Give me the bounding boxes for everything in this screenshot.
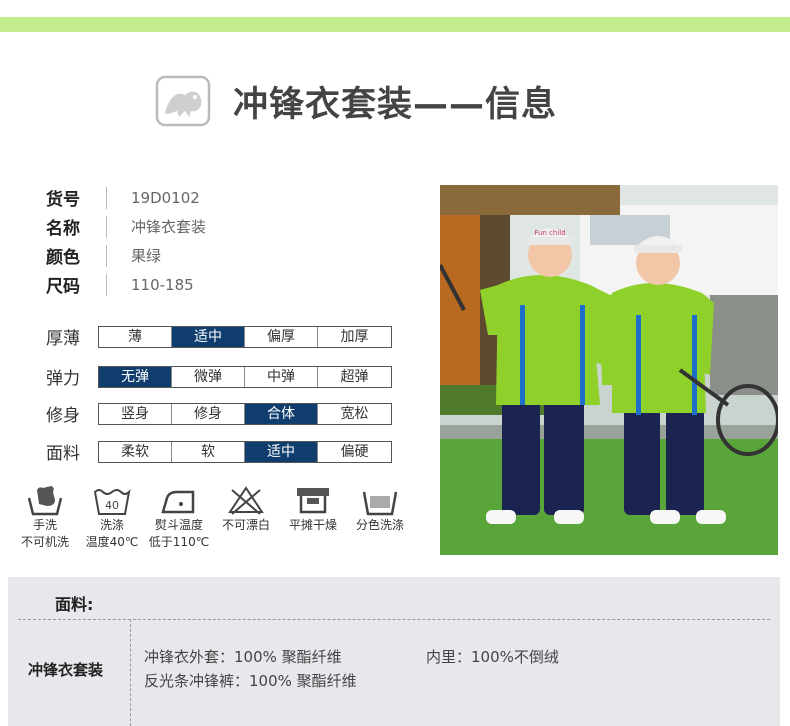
scale-options: 柔软 软 适中 偏硬 bbox=[98, 440, 392, 463]
care-item: 熨斗温度 低于110℃ bbox=[148, 484, 210, 550]
cap-logo-text: Fun child bbox=[534, 229, 565, 237]
care-text: 平摊干燥 bbox=[288, 518, 337, 532]
info-row-color: 颜色 果绿 bbox=[46, 241, 206, 270]
care-item: 不可漂白 bbox=[215, 484, 277, 550]
scale-options: 无弹 微弹 中弹 超弹 bbox=[98, 365, 392, 388]
info-value: 果绿 bbox=[131, 247, 162, 265]
scale-option: 加厚 bbox=[340, 328, 369, 345]
info-value: 冲锋衣套装 bbox=[131, 218, 207, 236]
scale-option: 薄 bbox=[99, 326, 172, 347]
separate-wash-icon bbox=[362, 491, 398, 516]
no-bleach-icon bbox=[228, 486, 264, 515]
fabric-product-name: 冲锋衣套装 bbox=[28, 661, 104, 679]
info-divider bbox=[106, 273, 107, 296]
top-accent-bar bbox=[0, 17, 790, 32]
fabric-pants-composition: 反光条冲锋裤：100% 聚酯纤维 bbox=[144, 672, 357, 690]
info-divider bbox=[106, 186, 107, 209]
scale-label: 面料 bbox=[46, 444, 80, 464]
product-info: 货号 19D0102 名称 冲锋衣套装 颜色 果绿 尺码 110-185 bbox=[46, 183, 206, 299]
info-label: 货号 bbox=[46, 190, 80, 210]
scale-option: 竖身 bbox=[99, 403, 172, 424]
care-text: 温度40℃ bbox=[85, 535, 139, 549]
info-value: 19D0102 bbox=[131, 188, 200, 207]
care-text: 分色洗涤 bbox=[355, 518, 404, 532]
fabric-lining-composition: 内里：100%不倒绒 bbox=[426, 648, 559, 666]
scale-option: 软 bbox=[172, 441, 245, 462]
scale-label: 弹力 bbox=[46, 369, 80, 389]
brand-logo-icon bbox=[155, 75, 211, 127]
scale-option: 合体 bbox=[245, 403, 318, 424]
wash-temperature: 40 bbox=[105, 499, 119, 512]
wash-40-icon: 40 bbox=[93, 489, 131, 515]
info-label: 名称 bbox=[46, 219, 80, 239]
info-row-size: 尺码 110-185 bbox=[46, 270, 206, 299]
scale-option: 适中 bbox=[172, 326, 245, 347]
scale-option: 微弹 bbox=[172, 366, 245, 387]
info-divider bbox=[106, 244, 107, 267]
fabric-jacket-composition: 冲锋衣外套：100% 聚酯纤维 bbox=[144, 648, 342, 666]
fabric-divider bbox=[130, 619, 131, 726]
info-row-sku: 货号 19D0102 bbox=[46, 183, 206, 212]
care-item: 分色洗涤 bbox=[349, 484, 411, 550]
scale-option: 超弹 bbox=[340, 368, 369, 385]
scale-thickness: 厚薄 薄 适中 偏厚 加厚 bbox=[46, 324, 392, 349]
info-label: 尺码 bbox=[46, 277, 80, 297]
info-value: 110-185 bbox=[131, 275, 194, 294]
care-item: 手洗 不可机洗 bbox=[14, 484, 76, 550]
scale-option: 中弹 bbox=[245, 366, 318, 387]
scale-label: 厚薄 bbox=[46, 329, 80, 349]
scale-option: 修身 bbox=[172, 403, 245, 424]
care-text: 不可漂白 bbox=[221, 518, 270, 532]
care-text: 低于110℃ bbox=[148, 535, 210, 549]
scale-option: 偏硬 bbox=[340, 443, 369, 460]
info-divider bbox=[106, 215, 107, 238]
scale-option: 偏厚 bbox=[245, 326, 318, 347]
care-text: 不可机洗 bbox=[20, 535, 69, 549]
scale-options: 薄 适中 偏厚 加厚 bbox=[98, 325, 392, 348]
iron-icon bbox=[161, 490, 195, 514]
fabric-panel: 面料: 冲锋衣套装 冲锋衣外套：100% 聚酯纤维 内里：100%不倒绒 反光条… bbox=[8, 577, 780, 726]
flat-dry-icon bbox=[297, 488, 329, 514]
care-instructions: 手洗 不可机洗 40 洗涤 温度40℃ 熨斗温度 低于110℃ 不可漂白 平摊干… bbox=[14, 484, 416, 550]
scale-option: 柔软 bbox=[99, 441, 172, 462]
page-title: 冲锋衣套装——信息 bbox=[233, 84, 558, 125]
care-text: 熨斗温度 bbox=[154, 518, 203, 532]
section-header: 冲锋衣套装——信息 bbox=[155, 74, 557, 128]
scale-option: 无弹 bbox=[99, 366, 172, 387]
hand-wash-icon bbox=[27, 486, 63, 516]
care-text: 洗涤 bbox=[99, 518, 124, 532]
scale-fabric-feel: 面料 柔软 软 适中 偏硬 bbox=[46, 439, 392, 464]
scale-options: 竖身 修身 合体 宽松 bbox=[98, 402, 392, 425]
care-text: 手洗 bbox=[32, 518, 57, 532]
scale-option: 适中 bbox=[245, 441, 318, 462]
care-item: 40 洗涤 温度40℃ bbox=[81, 484, 143, 550]
scale-elasticity: 弹力 无弹 微弹 中弹 超弹 bbox=[46, 364, 392, 389]
scale-fit: 修身 竖身 修身 合体 宽松 bbox=[46, 401, 392, 426]
product-photo: Fun child bbox=[440, 185, 778, 555]
scale-label: 修身 bbox=[46, 406, 80, 426]
info-row-name: 名称 冲锋衣套装 bbox=[46, 212, 206, 241]
scale-option: 宽松 bbox=[340, 405, 369, 422]
fabric-heading: 面料: bbox=[55, 595, 94, 614]
info-label: 颜色 bbox=[46, 248, 80, 268]
care-item: 平摊干燥 bbox=[282, 484, 344, 550]
